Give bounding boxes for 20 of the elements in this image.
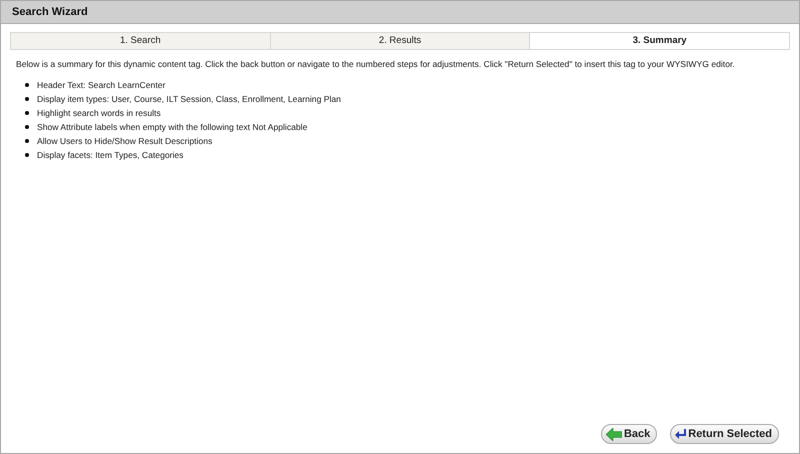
left-arrow-icon — [606, 428, 622, 440]
step-tab[interactable]: 1. Search — [11, 33, 271, 50]
summary-item: Show Attribute labels when empty with the following text Not Applicable — [37, 121, 308, 134]
return-selected-button[interactable]: Return Selected — [670, 424, 779, 444]
bullet-icon — [25, 83, 29, 88]
intro-text: Below is a summary for this dynamic content tag. Click the back button or navigate to the numbered steps for adjustments. Click "Return Selected" to insert this tag to your WYSIWYG editor. — [16, 58, 736, 72]
bullet-icon — [25, 97, 29, 102]
window-title: Search Wizard — [1, 1, 799, 24]
summary-item: Header Text: Search LearnCenter — [37, 79, 166, 92]
return-arrow-icon — [675, 428, 686, 440]
summary-item: Display facets: Item Types, Categories — [37, 149, 184, 162]
bullet-icon — [25, 139, 29, 144]
back-button[interactable]: Back — [600, 424, 658, 444]
step-tab[interactable]: 2. Results — [270, 33, 530, 50]
summary-item: Highlight search words in results — [37, 107, 161, 120]
summary-item: Allow Users to Hide/Show Result Descriptions — [37, 135, 212, 148]
bullet-icon — [25, 111, 29, 116]
bullet-icon — [25, 125, 29, 130]
bullet-icon — [25, 153, 29, 158]
summary-item: Display item types: User, Course, ILT Session, Class, Enrollment, Learning Plan — [37, 93, 341, 106]
